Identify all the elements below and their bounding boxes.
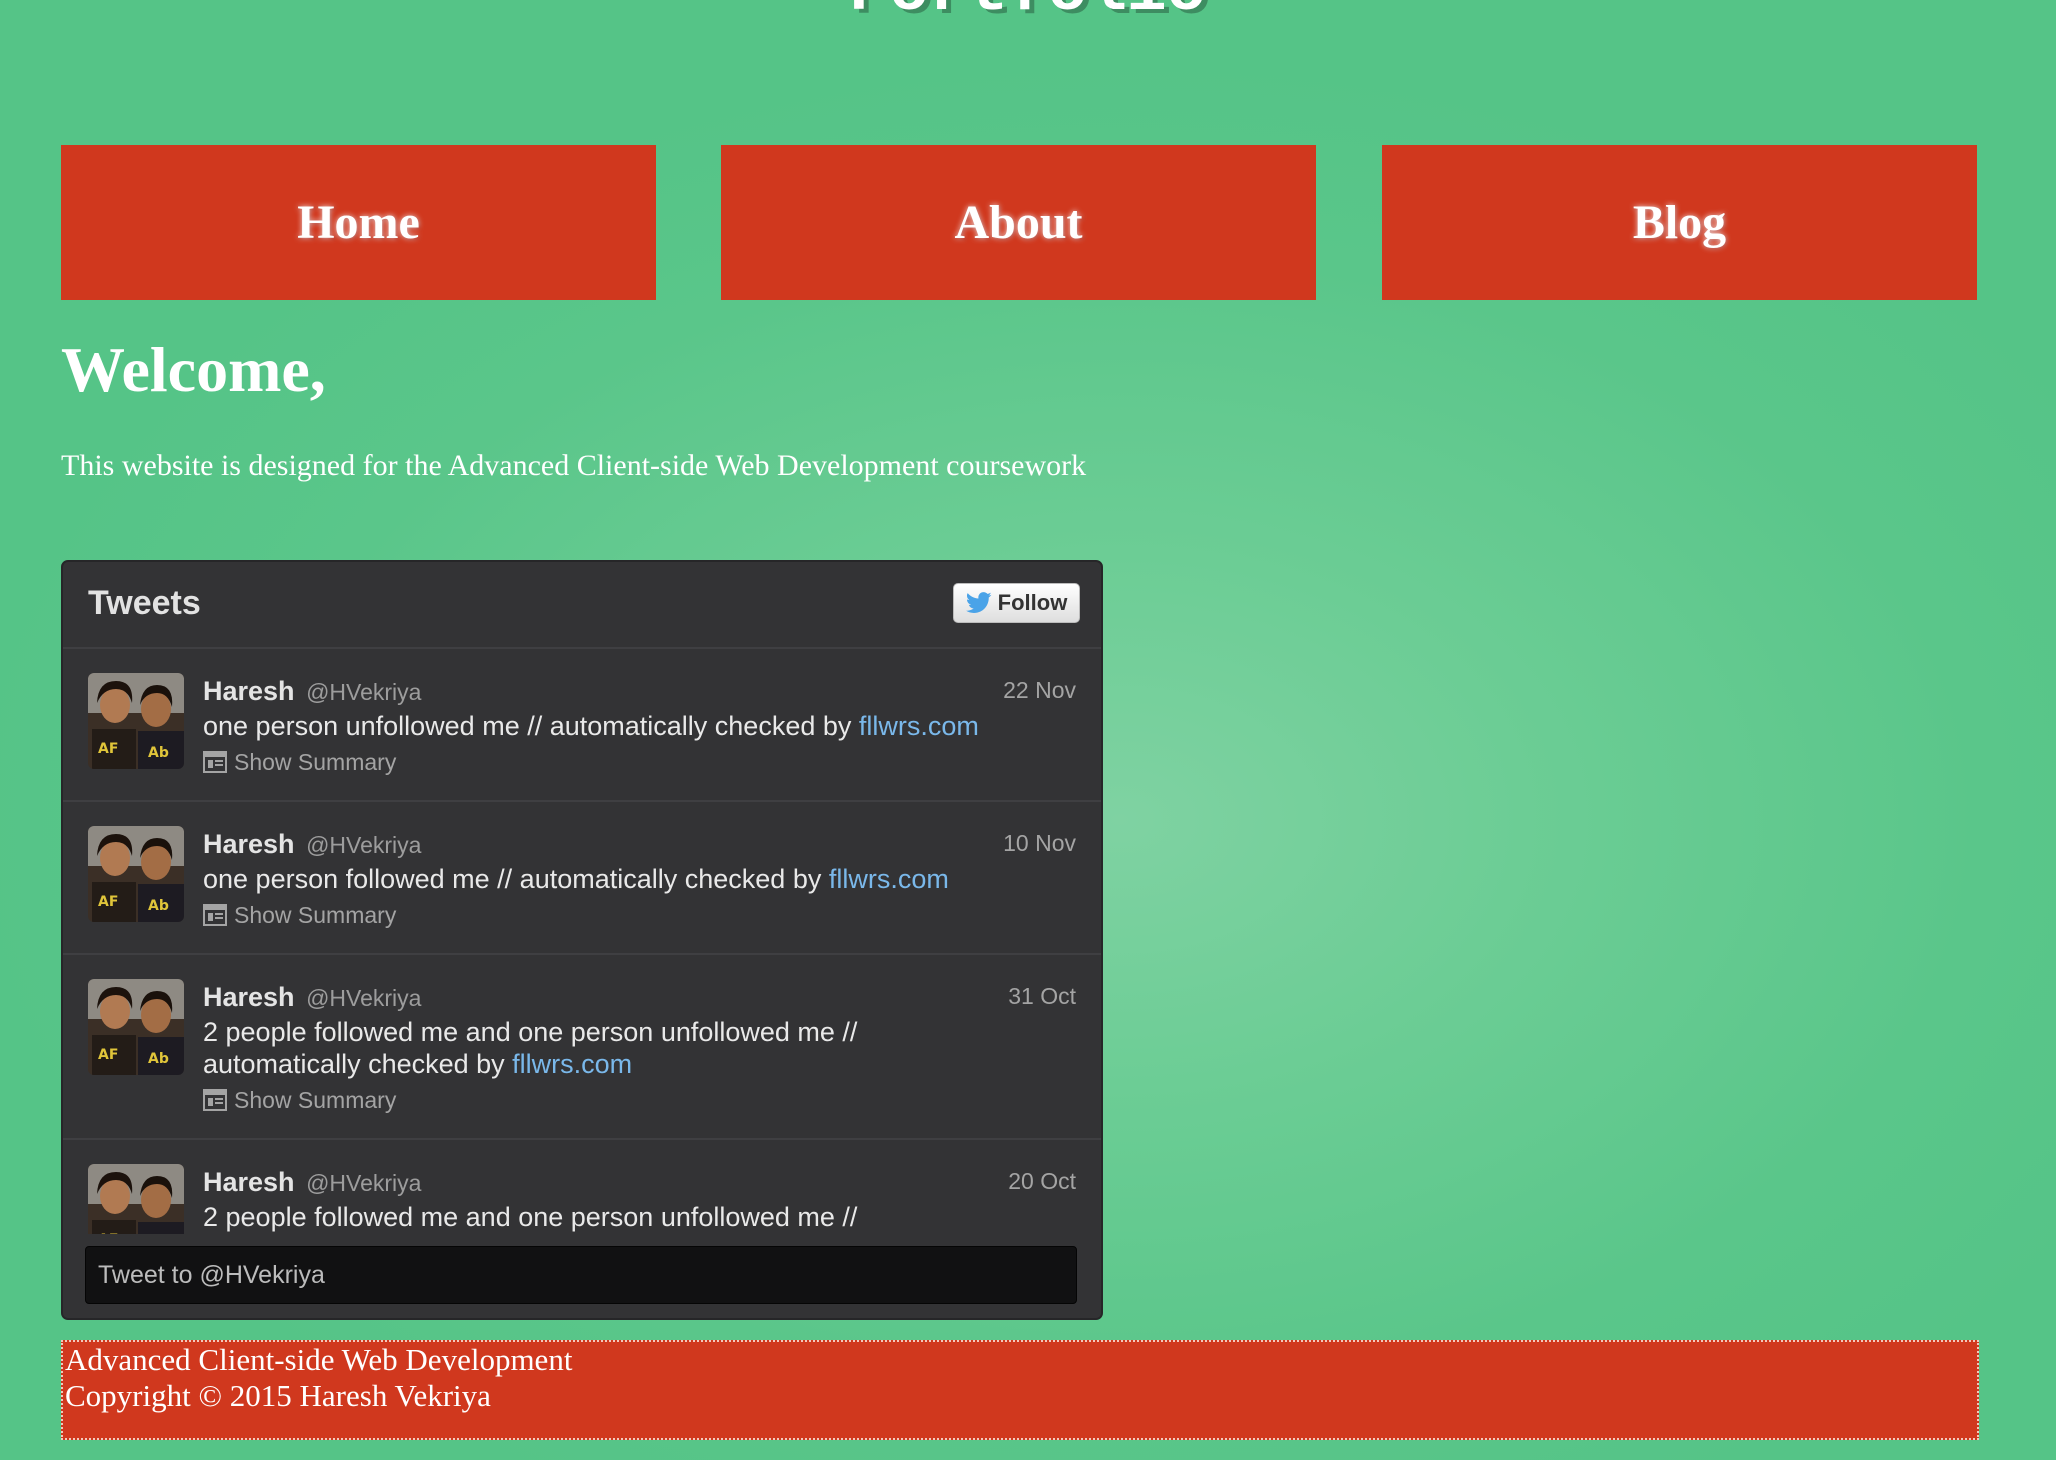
svg-text:Ab: Ab	[148, 745, 169, 761]
show-summary-label: Show Summary	[234, 902, 397, 928]
tweet-author-handle[interactable]: @HVekriya	[306, 985, 421, 1011]
tweet-author-name[interactable]: Haresh	[203, 829, 295, 859]
compose-area: Tweet to @HVekriya	[63, 1234, 1101, 1318]
tweet-text: 2 people followed me and one person unfo…	[203, 1201, 923, 1233]
show-summary-button[interactable]: Show Summary	[203, 899, 1076, 931]
svg-text:Ab: Ab	[148, 1051, 169, 1067]
tweet-item[interactable]: AF Ab Haresh @HVekriya 22 Nov one person…	[63, 649, 1101, 802]
tweet-date[interactable]: 10 Nov	[1003, 830, 1076, 857]
avatar-photo: AF Ab	[88, 979, 184, 1075]
show-summary-button[interactable]: Show Summary	[203, 746, 1076, 778]
avatar[interactable]: AF Ab	[88, 979, 184, 1075]
avatar-photo: AF Ab	[88, 673, 184, 769]
footer: Advanced Client-side Web Development Cop…	[61, 1340, 1979, 1440]
tweet-list[interactable]: AF Ab Haresh @HVekriya 22 Nov one person…	[63, 649, 1101, 1234]
avatar-photo: AF Ab	[88, 1164, 184, 1234]
tweet-author-handle[interactable]: @HVekriya	[306, 1170, 421, 1196]
follow-label: Follow	[997, 590, 1068, 615]
tweet-compose-input[interactable]: Tweet to @HVekriya	[85, 1246, 1077, 1304]
follow-button[interactable]: Follow	[953, 583, 1080, 623]
tweet-author-name[interactable]: Haresh	[203, 1167, 295, 1197]
tweet-text: one person unfollowed me // automaticall…	[203, 710, 1076, 742]
site-title: Portfolio	[0, 0, 2056, 32]
tweet-body: 2 people followed me and one person unfo…	[203, 1202, 858, 1232]
nav-blog-button[interactable]: Blog	[1382, 145, 1977, 300]
twitter-bird-icon	[965, 592, 992, 613]
tweet-body: one person followed me // automatically …	[203, 864, 822, 894]
avatar[interactable]: AF Ab	[88, 826, 184, 922]
svg-text:AF: AF	[98, 1047, 118, 1063]
main-nav: Home About Blog	[61, 145, 1978, 300]
widget-header: Tweets Follow	[63, 562, 1101, 649]
svg-text:AF: AF	[98, 741, 118, 757]
summary-card-icon	[203, 751, 227, 773]
tweet-author-name[interactable]: Haresh	[203, 982, 295, 1012]
avatar[interactable]: AF Ab	[88, 1164, 184, 1234]
show-summary-button[interactable]: Show Summary	[203, 1084, 1076, 1116]
summary-card-icon	[203, 1089, 227, 1111]
widget-title: Tweets	[88, 584, 201, 622]
twitter-timeline-widget: Tweets Follow AF Ab Haresh @HVekriya 22 …	[61, 560, 1103, 1320]
tweet-date[interactable]: 20 Oct	[1008, 1168, 1076, 1195]
avatar[interactable]: AF Ab	[88, 673, 184, 769]
avatar-photo: AF Ab	[88, 826, 184, 922]
tweet-date[interactable]: 31 Oct	[1008, 983, 1076, 1010]
tweet-header: Haresh @HVekriya	[203, 1164, 1076, 1201]
tweet-item[interactable]: AF Ab Haresh @HVekriya 10 Nov one person…	[63, 802, 1101, 955]
tweet-link[interactable]: fllwrs.com	[859, 711, 979, 741]
welcome-heading: Welcome,	[61, 334, 326, 405]
show-summary-label: Show Summary	[234, 1087, 397, 1113]
tweet-author-name[interactable]: Haresh	[203, 676, 295, 706]
intro-text: This website is designed for the Advance…	[61, 449, 1087, 482]
nav-about-button[interactable]: About	[721, 145, 1316, 300]
tweet-text: 2 people followed me and one person unfo…	[203, 1016, 923, 1080]
tweet-link[interactable]: fllwrs.com	[829, 864, 949, 894]
tweet-header: Haresh @HVekriya	[203, 826, 1076, 863]
svg-text:AF: AF	[98, 894, 118, 910]
footer-copyright: Copyright © 2015 Haresh Vekriya	[65, 1378, 491, 1413]
tweet-header: Haresh @HVekriya	[203, 673, 1076, 710]
tweet-header: Haresh @HVekriya	[203, 979, 1076, 1016]
tweet-body: one person unfollowed me // automaticall…	[203, 711, 852, 741]
summary-card-icon	[203, 904, 227, 926]
tweet-author-handle[interactable]: @HVekriya	[306, 679, 421, 705]
tweet-link[interactable]: fllwrs.com	[512, 1049, 632, 1079]
svg-text:Ab: Ab	[148, 898, 169, 914]
footer-course-line: Advanced Client-side Web Development	[65, 1342, 573, 1377]
show-summary-label: Show Summary	[234, 749, 397, 775]
tweet-author-handle[interactable]: @HVekriya	[306, 832, 421, 858]
tweet-item[interactable]: AF Ab Haresh @HVekriya 31 Oct 2 people f…	[63, 955, 1101, 1140]
tweet-item[interactable]: AF Ab Haresh @HVekriya 20 Oct 2 people f…	[63, 1140, 1101, 1234]
nav-home-button[interactable]: Home	[61, 145, 656, 300]
tweet-text: one person followed me // automatically …	[203, 863, 1076, 895]
tweet-date[interactable]: 22 Nov	[1003, 677, 1076, 704]
